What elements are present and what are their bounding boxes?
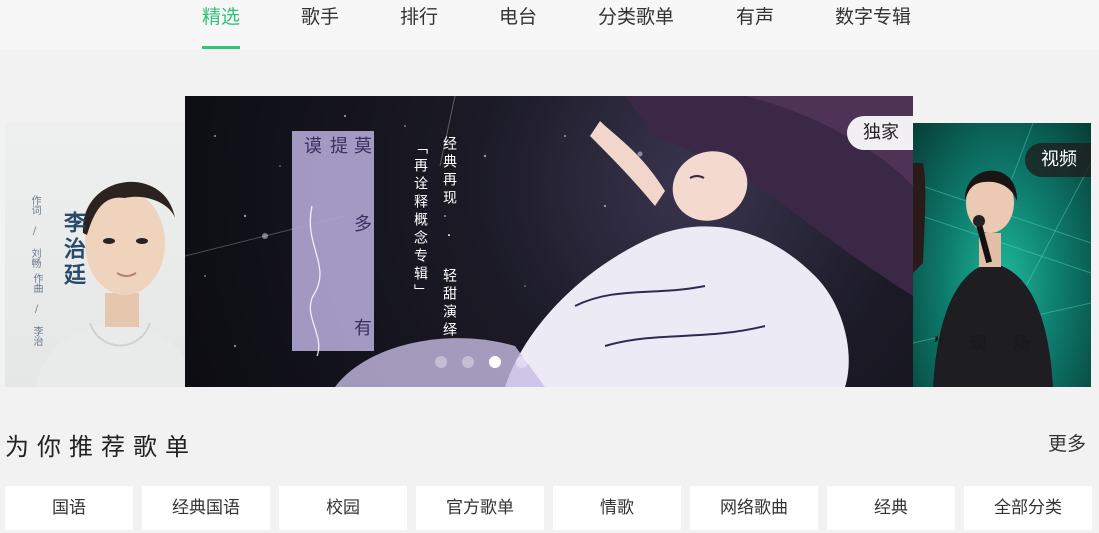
video-badge: 视频	[1025, 143, 1091, 177]
nav-tab-featured[interactable]: 精选	[202, 0, 241, 50]
carousel-dots	[435, 355, 528, 369]
category-chip-all-categories[interactable]: 全部分类	[964, 486, 1092, 530]
category-chip-mandarin[interactable]: 国语	[5, 486, 133, 530]
carousel-dot-4[interactable]	[516, 356, 528, 368]
top-navigation: 精选 歌手 排行 电台 分类歌单 有声 数字专辑	[0, 0, 1099, 50]
nav-tab-radio[interactable]: 电台	[499, 0, 537, 50]
nav-tab-charts[interactable]: 排行	[400, 0, 438, 50]
category-chip-official-playlists[interactable]: 官方歌单	[416, 486, 544, 530]
album-title-char-3: 莫	[351, 136, 372, 154]
exclusive-badge: 独家	[847, 116, 913, 150]
album-title-char-2: 提	[327, 136, 348, 154]
category-chip-classic-mandarin[interactable]: 经典国语	[142, 486, 270, 530]
nav-tab-audio[interactable]: 有声	[736, 0, 774, 50]
carousel-dot-2[interactable]	[462, 356, 474, 368]
video-caption: ” 现 场	[933, 334, 1041, 354]
album-subtitle-tagline: 经典再现 · 轻甜演绎	[441, 136, 457, 340]
category-chip-classics[interactable]: 经典	[827, 486, 955, 530]
nav-tab-digital-albums[interactable]: 数字专辑	[835, 0, 911, 50]
category-chip-love-songs[interactable]: 情歌	[553, 486, 681, 530]
banner-slide-previous[interactable]: 李治廷 作词 / 刘畅 作曲 / 李治	[5, 123, 185, 387]
more-link[interactable]: 更多	[1048, 429, 1086, 456]
banner-artist-name: 李治廷	[60, 211, 86, 289]
banner-credit-lyricist: 作词 / 刘畅	[29, 195, 40, 268]
album-title-char-5: 有	[351, 318, 372, 336]
carousel-dot-1[interactable]	[435, 356, 447, 368]
nav-tab-singers[interactable]: 歌手	[301, 0, 339, 50]
section-title-recommended-playlists: 为你推荐歌单	[5, 433, 197, 461]
album-title-char-4: 多	[351, 214, 372, 232]
carousel-dot-3[interactable]	[489, 356, 501, 368]
category-chip-internet-songs[interactable]: 网络歌曲	[690, 486, 818, 530]
album-art-image	[185, 96, 913, 387]
category-chip-campus[interactable]: 校园	[279, 486, 407, 530]
banner-slide-current[interactable]: 谟 提 莫 多 有 经典再现 · 轻甜演绎 「再诠释概念专辑」 独家	[185, 96, 913, 387]
album-title-char-1: 谟	[301, 136, 322, 154]
banner-credit-composer: 作曲 / 李治	[31, 273, 42, 346]
nav-tab-playlists[interactable]: 分类歌单	[598, 0, 674, 50]
banner-slide-next[interactable]: 视频 ” 现 场	[913, 123, 1091, 387]
album-subtitle-concept: 「再诠释概念专辑」	[412, 140, 428, 302]
